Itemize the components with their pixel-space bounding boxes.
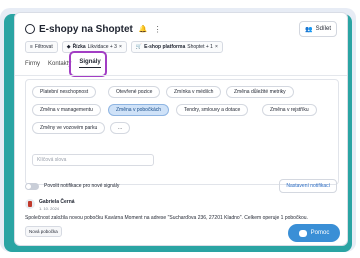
more-signals-button[interactable]: ... [110,122,131,134]
filter-chip-platforma[interactable]: 🛒 E-shop platforma Shoptet + 1 × [130,41,223,53]
chat-icon [298,229,307,237]
share-icon: 👥 [305,26,313,33]
signal-pill[interactable]: Změna důležité metriky [226,86,294,98]
signal-pill[interactable]: Změna v rejstříku [262,104,317,116]
keyword-input[interactable]: Klíčová slova [32,154,154,166]
signals-panel: Platební neschopnost Otevřené pozice Zmí… [25,79,339,185]
tab-highlight-ring [69,51,107,77]
main-card: E-shopy na Shoptet 🔔 ⋮ 👥 Sdílet ≡ Filtro… [14,12,348,246]
page-header: E-shopy na Shoptet 🔔 ⋮ 👥 Sdílet [25,21,337,37]
signal-pill[interactable]: Platební neschopnost [32,86,97,98]
feed-tag: Nová pobočka [25,226,62,237]
close-icon[interactable]: × [215,44,218,50]
close-icon[interactable]: × [119,44,122,50]
notification-row: Povolit notifikace pro nové signály Nast… [25,177,337,195]
filter-bar: ≡ Filtrovat ◆ Řízka Likvidace + 3 × 🛒 E-… [25,41,223,53]
signal-pill[interactable]: Změny ve vozovém parku [32,122,106,134]
signal-pill[interactable]: Tendry, smlouvy a dotace [176,104,249,116]
signal-pill-active[interactable]: Změna v pobočkách [108,104,170,116]
feed-text: Společnost založila novou pobočku Kavárn… [25,215,308,221]
tab-divider [15,75,347,76]
tab-kontakty[interactable]: Kontakty [48,61,71,67]
author-name: Gabriela Černá [39,199,75,205]
notification-toggle-label: Povolit notifikace pro nové signály [44,183,120,189]
signal-pill[interactable]: Otevřené pozice [108,86,161,98]
filter-button[interactable]: ≡ Filtrovat [25,41,58,53]
help-button[interactable]: Pomoc [288,224,340,242]
share-button[interactable]: 👥 Sdílet [299,21,337,37]
building-icon [25,24,35,34]
cart-icon: 🛒 [135,44,143,50]
signal-pill[interactable]: Změna v managementu [32,104,101,116]
tab-firmy[interactable]: Firmy [25,61,40,67]
feed-date: 1. 10. 2024 [39,206,60,211]
notification-settings-button[interactable]: Nastavení notifikací [279,179,337,193]
filter-icon: ≡ [30,44,33,50]
avatar [25,199,35,209]
more-options-icon[interactable]: ⋮ [154,25,162,34]
notification-toggle[interactable] [25,182,39,190]
page-title: E-shopy na Shoptet [39,23,133,35]
signal-pill[interactable]: Zmínka v médiích [166,86,222,98]
bell-icon[interactable]: 🔔 [139,25,148,33]
tag-icon: ◆ [66,44,71,50]
